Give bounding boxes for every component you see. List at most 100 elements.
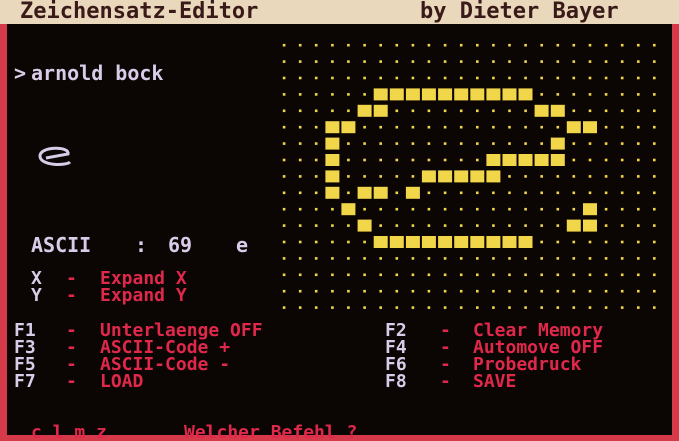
glyph-pixel-off[interactable]: [314, 207, 318, 211]
glyph-pixel-off[interactable]: [395, 125, 399, 129]
glyph-pixel-on[interactable]: [454, 236, 469, 248]
glyph-pixel-off[interactable]: [298, 306, 302, 309]
glyph-pixel-off[interactable]: [620, 175, 624, 178]
glyph-pixel-off[interactable]: [331, 240, 334, 244]
glyph-pixel-on[interactable]: [373, 88, 388, 101]
glyph-pixel-off[interactable]: [347, 76, 350, 80]
glyph-pixel-off[interactable]: [588, 60, 592, 63]
glyph-pixel-off[interactable]: [282, 125, 286, 129]
glyph-pixel-on[interactable]: [373, 104, 388, 117]
glyph-pixel-off[interactable]: [363, 60, 366, 63]
glyph-pixel-off[interactable]: [492, 125, 495, 129]
glyph-pixel-off[interactable]: [572, 207, 576, 211]
glyph-pixel-off[interactable]: [588, 43, 592, 47]
glyph-pixel-off[interactable]: [395, 158, 399, 162]
glyph-pixel-on[interactable]: [550, 137, 565, 150]
glyph-pixel-off[interactable]: [427, 60, 431, 63]
glyph-pixel-off[interactable]: [427, 289, 431, 293]
glyph-pixel-off[interactable]: [604, 175, 608, 178]
glyph-pixel-off[interactable]: [395, 43, 399, 47]
glyph-pixel-off[interactable]: [379, 43, 382, 47]
glyph-pixel-off[interactable]: [379, 142, 382, 145]
glyph-pixel-off[interactable]: [459, 207, 463, 211]
glyph-pixel-off[interactable]: [524, 257, 527, 260]
glyph-pixel-off[interactable]: [298, 240, 302, 244]
glyph-pixel-off[interactable]: [620, 306, 624, 309]
glyph-pixel-off[interactable]: [331, 273, 334, 277]
glyph-pixel-off[interactable]: [459, 273, 463, 277]
glyph-pixel-off[interactable]: [492, 289, 495, 293]
glyph-pixel-off[interactable]: [379, 306, 382, 309]
glyph-pixel-off[interactable]: [459, 43, 463, 47]
glyph-pixel-off[interactable]: [363, 175, 366, 178]
glyph-pixel-off[interactable]: [556, 76, 560, 80]
glyph-pixel-off[interactable]: [508, 257, 511, 260]
glyph-pixel-on[interactable]: [470, 236, 485, 248]
glyph-pixel-on[interactable]: [421, 170, 436, 183]
glyph-pixel-off[interactable]: [476, 158, 479, 162]
glyph-pixel-off[interactable]: [314, 289, 318, 293]
glyph-pixel-off[interactable]: [459, 224, 463, 227]
glyph-pixel-off[interactable]: [604, 125, 608, 129]
glyph-pixel-off[interactable]: [459, 306, 463, 309]
glyph-pixel-on[interactable]: [454, 88, 469, 101]
glyph-pixel-off[interactable]: [459, 125, 463, 129]
glyph-pixel-off[interactable]: [653, 289, 656, 293]
glyph-pixel-off[interactable]: [637, 240, 640, 244]
glyph-pixel-off[interactable]: [588, 142, 592, 145]
glyph-pixel-off[interactable]: [298, 289, 302, 293]
glyph-pixel-off[interactable]: [395, 109, 399, 113]
glyph-pixel-off[interactable]: [572, 289, 576, 293]
glyph-pixel-off[interactable]: [508, 207, 511, 211]
glyph-pixel-off[interactable]: [347, 158, 350, 162]
glyph-pixel-on[interactable]: [373, 186, 388, 199]
glyph-pixel-off[interactable]: [620, 240, 624, 244]
glyph-pixel-off[interactable]: [314, 306, 318, 309]
glyph-pixel-off[interactable]: [540, 43, 543, 47]
glyph-pixel-off[interactable]: [427, 109, 431, 113]
glyph-pixel-off[interactable]: [572, 257, 576, 260]
glyph-pixel-off[interactable]: [604, 60, 608, 63]
glyph-pixel-on[interactable]: [325, 121, 340, 134]
glyph-pixel-off[interactable]: [524, 175, 527, 178]
glyph-pixel-off[interactable]: [588, 109, 592, 113]
glyph-pixel-off[interactable]: [314, 273, 318, 277]
glyph-pixel-off[interactable]: [476, 273, 479, 277]
glyph-pixel-off[interactable]: [572, 109, 576, 113]
glyph-pixel-off[interactable]: [620, 224, 624, 227]
glyph-pixel-on[interactable]: [373, 236, 388, 248]
glyph-pixel-off[interactable]: [443, 158, 447, 162]
glyph-pixel-off[interactable]: [572, 273, 576, 277]
glyph-pixel-off[interactable]: [620, 273, 624, 277]
glyph-pixel-off[interactable]: [653, 142, 656, 145]
glyph-pixel-off[interactable]: [476, 109, 479, 113]
glyph-pixel-off[interactable]: [637, 191, 640, 195]
glyph-pixel-off[interactable]: [331, 109, 334, 113]
glyph-pixel-off[interactable]: [508, 289, 511, 293]
glyph-pixel-off[interactable]: [588, 306, 592, 309]
glyph-edit-grid[interactable]: [0, 0, 679, 441]
glyph-pixel-off[interactable]: [282, 158, 286, 162]
glyph-pixel-off[interactable]: [653, 60, 656, 63]
glyph-pixel-off[interactable]: [443, 109, 447, 113]
glyph-pixel-on[interactable]: [566, 121, 581, 134]
glyph-pixel-off[interactable]: [379, 207, 382, 211]
glyph-pixel-on[interactable]: [325, 170, 340, 183]
glyph-pixel-off[interactable]: [604, 93, 608, 96]
glyph-pixel-off[interactable]: [620, 158, 624, 162]
glyph-pixel-off[interactable]: [476, 125, 479, 129]
glyph-pixel-off[interactable]: [653, 224, 656, 227]
glyph-pixel-off[interactable]: [476, 257, 479, 260]
glyph-pixel-off[interactable]: [282, 240, 286, 244]
glyph-pixel-off[interactable]: [572, 43, 576, 47]
glyph-pixel-on[interactable]: [550, 154, 565, 166]
glyph-pixel-off[interactable]: [508, 76, 511, 80]
glyph-pixel-off[interactable]: [476, 289, 479, 293]
glyph-pixel-off[interactable]: [347, 93, 350, 96]
glyph-pixel-off[interactable]: [556, 60, 560, 63]
glyph-pixel-off[interactable]: [443, 306, 447, 309]
glyph-pixel-off[interactable]: [492, 224, 495, 227]
glyph-pixel-on[interactable]: [325, 186, 340, 199]
glyph-pixel-off[interactable]: [459, 60, 463, 63]
glyph-pixel-off[interactable]: [347, 224, 350, 227]
